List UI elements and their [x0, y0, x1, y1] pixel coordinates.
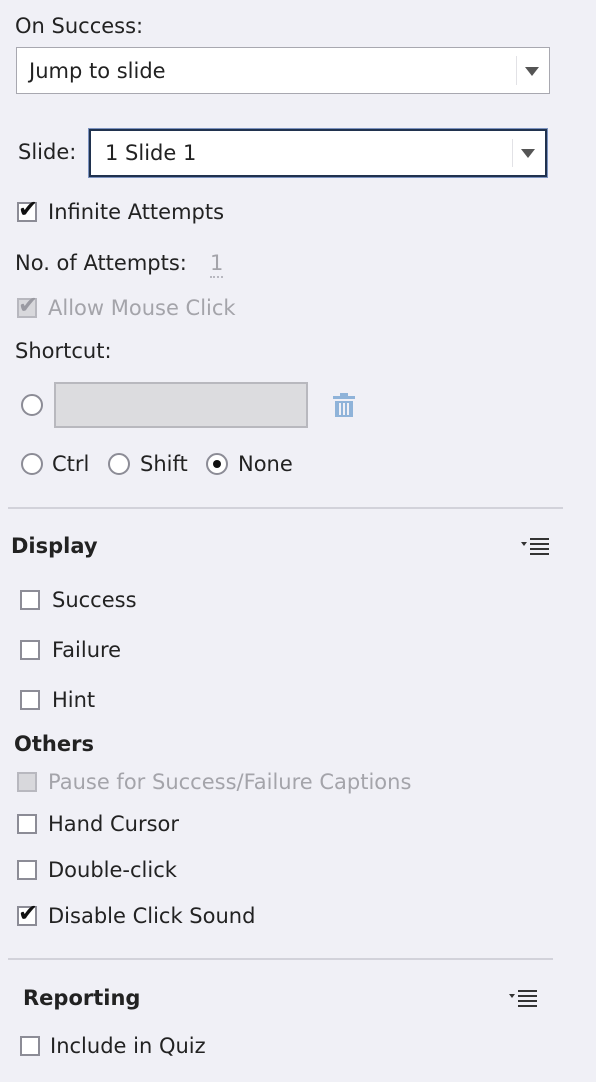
pause-captions-label: Pause for Success/Failure Captions — [48, 770, 412, 794]
shift-label: Shift — [140, 452, 188, 476]
checkmark-icon: ✔ — [18, 899, 39, 927]
checkmark-icon: ✔ — [18, 291, 39, 319]
none-label: None — [238, 452, 293, 476]
select-separator — [516, 56, 517, 85]
none-radio[interactable] — [206, 453, 228, 475]
section-divider — [8, 958, 553, 960]
on-success-label: On Success: — [15, 14, 144, 38]
display-section-title: Display — [11, 534, 98, 558]
hand-cursor-label: Hand Cursor — [48, 812, 180, 836]
trash-icon[interactable] — [332, 392, 356, 418]
failure-checkbox[interactable] — [20, 640, 40, 660]
ctrl-label: Ctrl — [52, 452, 90, 476]
allow-mouse-click-label: Allow Mouse Click — [48, 296, 236, 320]
select-separator — [512, 139, 513, 167]
reporting-section-title: Reporting — [23, 986, 141, 1010]
allow-mouse-click-checkbox[interactable]: ✔ — [17, 293, 38, 318]
success-checkbox[interactable] — [20, 590, 40, 610]
panel-menu-icon[interactable] — [521, 536, 551, 558]
disable-click-sound-checkbox[interactable]: ✔ — [17, 901, 38, 926]
checkmark-icon: ✔ — [18, 195, 39, 223]
slide-value: 1 Slide 1 — [105, 141, 197, 165]
infinite-attempts-label: Infinite Attempts — [48, 200, 225, 224]
hand-cursor-checkbox[interactable] — [17, 814, 37, 834]
radio-selected-dot — [213, 460, 221, 468]
section-divider — [8, 507, 563, 509]
shift-radio[interactable] — [108, 453, 130, 475]
slide-select[interactable]: 1 Slide 1 — [89, 129, 547, 177]
hint-checkbox[interactable] — [20, 690, 40, 710]
on-success-value: Jump to slide — [29, 58, 166, 83]
double-click-checkbox[interactable] — [17, 860, 37, 880]
shortcut-key-field[interactable] — [54, 382, 308, 428]
on-success-select[interactable]: Jump to slide — [16, 47, 550, 94]
attempts-value[interactable]: 1 — [210, 253, 224, 278]
others-section-title: Others — [14, 732, 94, 756]
ctrl-radio[interactable] — [21, 453, 43, 475]
shortcut-label: Shortcut: — [15, 339, 112, 363]
shortcut-key-radio[interactable] — [21, 394, 43, 416]
disable-click-sound-label: Disable Click Sound — [48, 904, 256, 928]
infinite-attempts-checkbox[interactable]: ✔ — [17, 197, 38, 222]
double-click-label: Double-click — [48, 858, 177, 882]
panel-menu-icon[interactable] — [509, 988, 539, 1010]
include-in-quiz-checkbox[interactable] — [20, 1036, 40, 1056]
slide-label: Slide: — [18, 140, 77, 164]
pause-captions-checkbox[interactable] — [17, 772, 37, 792]
attempts-label: No. of Attempts: — [15, 251, 187, 275]
success-label: Success — [52, 588, 137, 612]
chevron-down-icon — [525, 66, 539, 76]
include-in-quiz-label: Include in Quiz — [50, 1034, 206, 1058]
failure-label: Failure — [52, 638, 122, 662]
chevron-down-icon — [521, 149, 535, 158]
hint-label: Hint — [52, 688, 96, 712]
